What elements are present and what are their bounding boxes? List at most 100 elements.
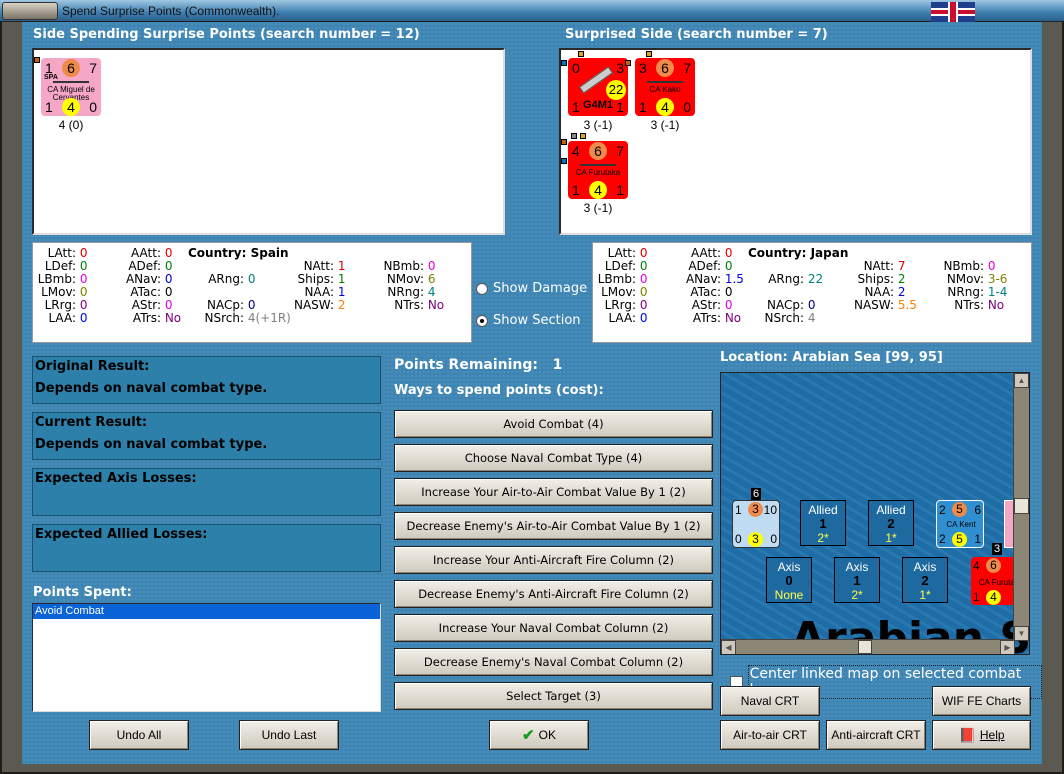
- combat-stack-box[interactable]: Allied 2 1*: [868, 500, 914, 546]
- unit-counter[interactable]: 176SPACA Miguel de Cervantes410: [41, 58, 101, 116]
- counter-value: 2: [939, 532, 946, 546]
- counter-value: 1: [572, 182, 580, 198]
- stat-label: NAA:: [864, 285, 894, 299]
- stat-value: 0: [639, 285, 648, 299]
- scroll-thumb[interactable]: [1014, 498, 1029, 514]
- unit-counter[interactable]: 4 7 6 CA Furutaka 4 1 1: [568, 141, 628, 199]
- stat-value: 2: [897, 285, 906, 299]
- stat-aatt: AAtt: 0: [101, 246, 172, 260]
- spend-option-button[interactable]: Select Target (3): [394, 682, 713, 710]
- naval-crt-button[interactable]: Naval CRT: [720, 686, 820, 716]
- points-remaining-value: 1: [552, 357, 563, 373]
- ca-furutaka-counter[interactable]: 4 6 CA Furutaka 1 4: [971, 557, 1023, 605]
- counter-value: 4: [986, 590, 1001, 605]
- marker-dot-icon: [34, 57, 40, 63]
- marker-dot-icon: [571, 133, 577, 139]
- stack-number: 2: [887, 516, 895, 531]
- stat-value: 0: [724, 298, 733, 312]
- points-spent-list[interactable]: Avoid Combat: [32, 603, 381, 712]
- stat-label: NTrs:: [954, 298, 984, 312]
- map-vertical-scrollbar[interactable]: ▲ ▼: [1013, 373, 1029, 641]
- spending-side-units[interactable]: 176SPACA Miguel de Cervantes4104 (0): [32, 48, 505, 235]
- stat-value: 0: [639, 298, 648, 312]
- scroll-right-icon[interactable]: ▶: [1000, 640, 1015, 654]
- country-label: Country: Japan: [748, 246, 849, 260]
- combat-stack-box[interactable]: Axis 2 1*: [902, 557, 948, 603]
- combat-stack-box[interactable]: Allied 1 2*: [800, 500, 846, 546]
- left-side-heading: Side Spending Surprise Points (search nu…: [33, 27, 420, 42]
- stack-number: 1: [819, 516, 827, 531]
- ok-label: OK: [538, 728, 556, 742]
- anti-aircraft-crt-button[interactable]: Anti-aircraft CRT: [826, 720, 926, 750]
- spend-option-button[interactable]: Increase Your Air-to-Air Combat Value By…: [394, 478, 713, 506]
- points-spent-item[interactable]: Avoid Combat: [33, 604, 380, 619]
- surprised-side-units[interactable]: 0 3 22 G4M1 1 1 3 (-1) 3 7 6 CA Kako 4 1 0 3 (-1) 4 7 6 CA…: [559, 48, 1032, 235]
- stat-value: 4: [807, 311, 816, 325]
- ok-button[interactable]: ✔ OK: [489, 720, 589, 750]
- spend-option-button[interactable]: Avoid Combat (4): [394, 410, 713, 438]
- spend-option-button[interactable]: Increase Your Anti-Aircraft Fire Column …: [394, 546, 713, 574]
- stat-lrrg: LRrg: 0: [576, 298, 648, 312]
- stat-astr: AStr: 0: [661, 298, 733, 312]
- allied-losses-panel: Expected Allied Losses:: [32, 524, 381, 572]
- current-result-label: Current Result:: [35, 415, 148, 430]
- counter-value: 3: [616, 60, 624, 76]
- spend-option-button[interactable]: Choose Naval Combat Type (4): [394, 444, 713, 472]
- scroll-up-icon[interactable]: ▲: [1014, 373, 1029, 388]
- show-section-label: Show Section: [493, 313, 581, 328]
- counter-value: 22: [606, 80, 626, 100]
- counter-value: 4: [62, 98, 80, 116]
- stack-side: Axis: [777, 560, 801, 574]
- stat-nsrch: NSrch: 4: [744, 311, 815, 325]
- counter-strength-label: 3 (-1): [650, 118, 680, 132]
- stat-value: 7: [897, 259, 906, 273]
- wif-fe-charts-button[interactable]: WIF FE Charts: [932, 686, 1031, 716]
- allied-unit-counter[interactable]: 1 3 10 0 3 0: [732, 500, 780, 548]
- spend-option-button[interactable]: Decrease Enemy's Naval Combat Column (2): [394, 648, 713, 676]
- stat-ships: Ships: 1: [274, 272, 346, 286]
- window-menu-button[interactable]: [2, 2, 58, 20]
- stat-value: 0: [639, 246, 648, 260]
- stack-side: Axis: [913, 560, 937, 574]
- show-section-radio[interactable]: Show Section: [476, 313, 581, 328]
- ca-kent-counter[interactable]: 2 5 6 CA Kent 2 5 1: [936, 500, 984, 548]
- stat-value: No: [164, 311, 182, 325]
- marker-dot-icon: [646, 51, 652, 57]
- stat-label: LAA:: [608, 311, 636, 325]
- combat-stack-box[interactable]: Axis 0 None: [766, 557, 812, 603]
- spend-option-button[interactable]: Decrease Enemy's Air-to-Air Combat Value…: [394, 512, 713, 540]
- counter-value: 3: [639, 60, 647, 76]
- stack-value: 2*: [851, 588, 863, 602]
- spend-option-button[interactable]: Decrease Enemy's Anti-Aircraft Fire Colu…: [394, 580, 713, 608]
- stat-nsrch: NSrch: 4(+1R): [184, 311, 291, 325]
- undo-last-button[interactable]: Undo Last: [239, 720, 339, 750]
- stat-label: AAtt:: [691, 246, 721, 260]
- stat-lbmb: LBmb: 0: [16, 272, 88, 286]
- stat-natt: NAtt: 1: [274, 259, 346, 273]
- undo-all-button[interactable]: Undo All: [89, 720, 189, 750]
- counter-value: 1: [974, 532, 981, 546]
- spend-option-button[interactable]: Increase Your Naval Combat Column (2): [394, 614, 713, 642]
- stat-label: ADef:: [128, 259, 161, 273]
- stack-value: None: [774, 588, 804, 602]
- unit-counter[interactable]: 0 3 22 G4M1 1 1: [568, 58, 628, 116]
- show-damage-radio[interactable]: Show Damage: [476, 281, 587, 296]
- map-horizontal-scrollbar[interactable]: ◀ ▶: [721, 639, 1015, 654]
- stat-aatt: AAtt: 0: [661, 246, 732, 260]
- unit-counter[interactable]: 3 7 6 CA Kako 4 1 0: [635, 58, 695, 116]
- scroll-down-icon[interactable]: ▼: [1014, 626, 1029, 641]
- stat-value: 4(+1R): [247, 311, 291, 325]
- scroll-left-icon[interactable]: ◀: [721, 640, 736, 654]
- help-button[interactable]: 📕 Help: [932, 720, 1031, 750]
- counter-value: 5: [952, 502, 967, 517]
- air-to-air-crt-button[interactable]: Air-to-air CRT: [720, 720, 820, 750]
- combat-map[interactable]: Arabian Sea 1 3 10 0 3 0 6 Allied12*Alli…: [720, 372, 1030, 655]
- counter-value: 0: [735, 532, 742, 546]
- radio-icon: [476, 282, 488, 295]
- stat-value: 0: [247, 298, 256, 312]
- counter-value: 0: [770, 532, 777, 546]
- combat-stack-box[interactable]: Axis 1 2*: [834, 557, 880, 603]
- stat-value: No: [987, 298, 1005, 312]
- counter-value: 4: [656, 98, 674, 116]
- scroll-thumb[interactable]: [858, 640, 872, 654]
